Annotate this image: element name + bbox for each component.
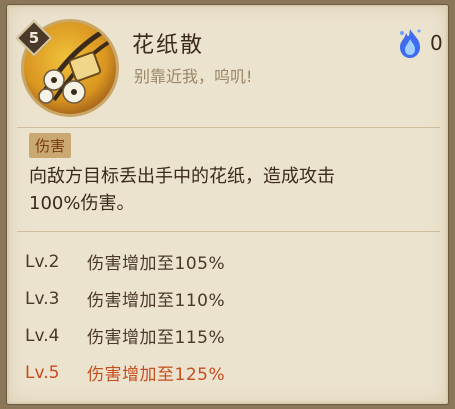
blue-soul-fire-icon bbox=[396, 27, 424, 63]
divider bbox=[17, 127, 440, 128]
skill-header: 5 花纸散 别靠近我，呜叽! 0 bbox=[7, 5, 448, 123]
effect-description: 向敌方目标丢出手中的花纸，造成攻击 100%伤害。 bbox=[29, 163, 439, 217]
level-row: Lv.3 伤害增加至110% bbox=[25, 280, 435, 317]
level-label: Lv.2 bbox=[25, 251, 60, 272]
level-row: Lv.2 伤害增加至105% bbox=[25, 243, 435, 280]
effect-tag: 伤害 bbox=[29, 133, 72, 158]
level-effect: 伤害增加至110% bbox=[87, 291, 226, 311]
level-effect: 伤害增加至105% bbox=[87, 254, 226, 274]
level-list: Lv.2 伤害增加至105% Lv.3 伤害增加至110% Lv.4 伤害增加至… bbox=[25, 243, 435, 391]
level-effect: 伤害增加至115% bbox=[87, 328, 226, 348]
divider bbox=[17, 231, 440, 232]
level-label: Lv.5 bbox=[25, 362, 60, 383]
skill-name: 花纸散 bbox=[132, 33, 205, 58]
skill-tooltip-panel: 5 花纸散 别靠近我，呜叽! 0 伤害 向敌方目标丢出手中的花纸，造成攻击 10… bbox=[6, 4, 449, 405]
description-line-2: 100%伤害。 bbox=[29, 193, 135, 214]
level-label: Lv.3 bbox=[25, 288, 60, 309]
level-row: Lv.4 伤害增加至115% bbox=[25, 317, 435, 354]
cost-value: 0 bbox=[430, 31, 443, 55]
description-line-1: 向敌方目标丢出手中的花纸，造成攻击 bbox=[29, 166, 335, 187]
level-effect: 伤害增加至125% bbox=[87, 365, 226, 385]
level-label: Lv.4 bbox=[25, 325, 60, 346]
level-badge-number: 5 bbox=[28, 29, 40, 47]
level-row-current: Lv.5 伤害增加至125% bbox=[25, 354, 435, 391]
skill-quote: 别靠近我，呜叽! bbox=[134, 67, 253, 86]
